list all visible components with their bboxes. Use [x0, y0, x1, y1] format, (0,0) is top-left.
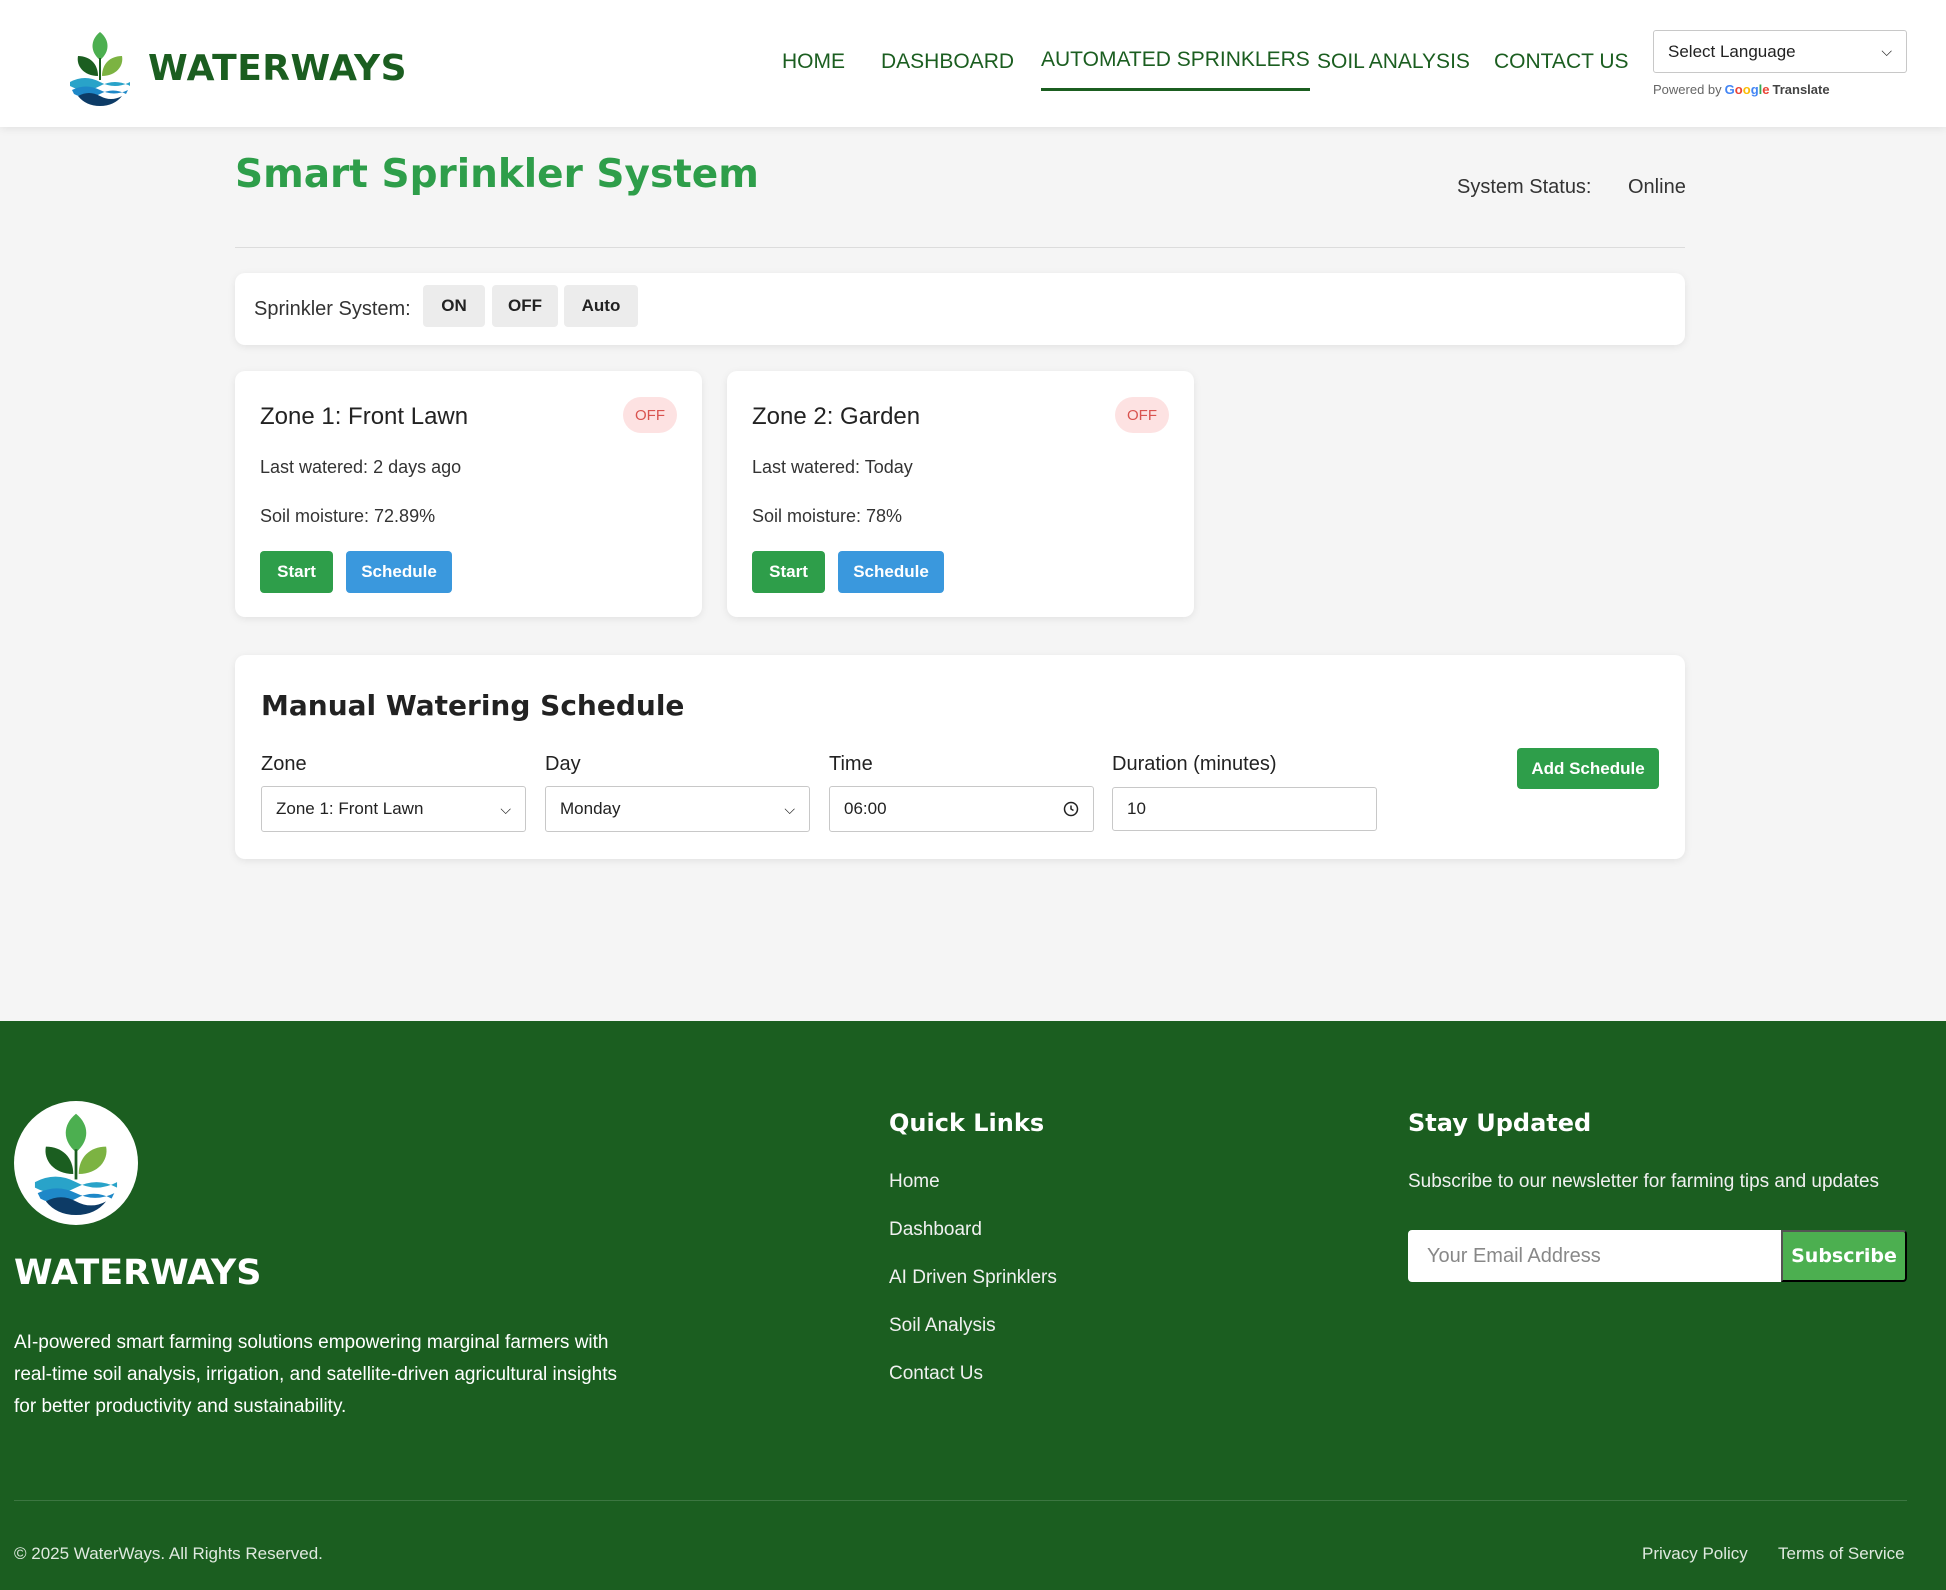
nav-home[interactable]: HOME: [782, 50, 845, 74]
google-letter-4: g: [1750, 82, 1759, 97]
copyright-text: © 2025 WaterWays. All Rights Reserved.: [14, 1544, 323, 1563]
zone-title: Zone 2: Garden: [752, 403, 921, 430]
schedule-title: Manual Watering Schedule: [261, 689, 685, 722]
google-letter-6: e: [1762, 82, 1770, 97]
footer-logo[interactable]: [14, 1101, 138, 1225]
site-header: WATERWAYS HOME DASHBOARD AUTOMATED SPRIN…: [0, 0, 1946, 127]
chevron-down-icon: ⌵: [1881, 43, 1892, 59]
newsletter-email-input[interactable]: Your Email Address: [1408, 1230, 1781, 1282]
add-schedule-button[interactable]: Add Schedule: [1517, 748, 1659, 789]
privacy-policy-link[interactable]: Privacy Policy: [1642, 1544, 1748, 1564]
newsletter-title: Stay Updated: [1408, 1109, 1592, 1137]
nav-contact-us[interactable]: CONTACT US: [1494, 50, 1629, 74]
chevron-down-icon: ⌵: [784, 800, 795, 817]
powered-by-text: Powered by: [1653, 82, 1722, 97]
zone-card-front-lawn: Zone 1: Front Lawn OFF Last watered: 2 d…: [235, 371, 702, 617]
zone-title: Zone 1: Front Lawn: [260, 403, 469, 430]
system-auto-button[interactable]: Auto: [564, 285, 638, 327]
sprinkler-control-bar: Sprinkler System: ON OFF Auto: [235, 273, 1685, 345]
zone-schedule-button[interactable]: Schedule: [838, 551, 944, 593]
zone-select-value: Zone 1: Front Lawn: [276, 799, 424, 818]
day-select[interactable]: Monday ⌵: [545, 786, 810, 832]
terms-of-service-link[interactable]: Terms of Service: [1778, 1544, 1905, 1564]
nav-soil-analysis[interactable]: SOIL ANALYSIS: [1317, 50, 1470, 74]
footer-link-contact[interactable]: Contact Us: [889, 1363, 983, 1385]
zone-last-watered: Last watered: 2 days ago: [260, 457, 462, 477]
system-status-label: System Status:: [1457, 176, 1592, 198]
footer-link-home[interactable]: Home: [889, 1171, 940, 1193]
page-title: Smart Sprinkler System: [235, 152, 759, 197]
footer-link-dashboard[interactable]: Dashboard: [889, 1219, 982, 1241]
footer-link-ai-sprinklers[interactable]: AI Driven Sprinklers: [889, 1267, 1057, 1289]
quick-links-title: Quick Links: [889, 1109, 1045, 1137]
zone-soil-moisture: Soil moisture: 78%: [752, 506, 903, 526]
zone-start-button[interactable]: Start: [260, 551, 333, 593]
duration-input-value: 10: [1127, 799, 1146, 818]
time-input-value: 06:00: [844, 799, 887, 818]
google-logo: Google: [1725, 82, 1770, 97]
google-letter-1: G: [1724, 82, 1735, 97]
manual-schedule-card: Manual Watering Schedule Zone Zone 1: Fr…: [235, 655, 1685, 859]
site-footer: WATERWAYS AI-powered smart farming solut…: [0, 1021, 1946, 1590]
day-select-value: Monday: [560, 799, 621, 818]
clock-icon[interactable]: [1063, 801, 1079, 817]
google-letter-3: o: [1742, 82, 1751, 97]
translate-link[interactable]: Translate: [1773, 82, 1830, 97]
duration-input[interactable]: 10: [1112, 787, 1377, 831]
waterways-logo-icon: [34, 1113, 118, 1215]
zone-start-button[interactable]: Start: [752, 551, 825, 593]
google-translate-attribution: Powered by Google Translate: [1653, 82, 1830, 97]
sprinkler-system-label: Sprinkler System:: [254, 298, 411, 320]
chevron-down-icon: ⌵: [500, 800, 511, 817]
email-placeholder: Your Email Address: [1427, 1244, 1601, 1267]
title-divider: [235, 247, 1685, 248]
language-select[interactable]: Select Language ⌵: [1653, 30, 1907, 73]
zone-status-badge: OFF: [1115, 397, 1169, 433]
brand-name: WATERWAYS: [148, 47, 408, 89]
system-on-button[interactable]: ON: [423, 285, 485, 327]
nav-automated-sprinklers[interactable]: AUTOMATED SPRINKLERS: [1041, 48, 1310, 91]
waterways-logo-icon: [70, 32, 130, 106]
time-input[interactable]: 06:00: [829, 786, 1094, 832]
zone-card-garden: Zone 2: Garden OFF Last watered: Today S…: [727, 371, 1194, 617]
newsletter-text: Subscribe to our newsletter for farming …: [1408, 1171, 1880, 1192]
duration-field-label: Duration (minutes): [1112, 753, 1277, 775]
system-off-button[interactable]: OFF: [492, 285, 558, 327]
zone-soil-moisture: Soil moisture: 72.89%: [260, 506, 436, 526]
zone-field-label: Zone: [261, 753, 307, 775]
google-letter-2: o: [1734, 82, 1743, 97]
zone-last-watered: Last watered: Today: [752, 457, 913, 477]
language-select-value: Select Language: [1668, 41, 1796, 61]
system-status-value: Online: [1628, 176, 1686, 198]
footer-divider: [14, 1500, 1907, 1501]
nav-dashboard[interactable]: DASHBOARD: [881, 50, 1014, 74]
footer-brand-name: WATERWAYS: [14, 1253, 262, 1293]
zone-select[interactable]: Zone 1: Front Lawn ⌵: [261, 786, 526, 832]
footer-description: AI-powered smart farming solutions empow…: [14, 1332, 617, 1417]
footer-link-soil-analysis[interactable]: Soil Analysis: [889, 1315, 996, 1337]
brand[interactable]: WATERWAYS: [68, 30, 407, 106]
subscribe-button[interactable]: Subscribe: [1781, 1230, 1907, 1282]
zone-status-badge: OFF: [623, 397, 677, 433]
day-field-label: Day: [545, 753, 581, 775]
zone-schedule-button[interactable]: Schedule: [346, 551, 452, 593]
time-field-label: Time: [829, 753, 873, 775]
